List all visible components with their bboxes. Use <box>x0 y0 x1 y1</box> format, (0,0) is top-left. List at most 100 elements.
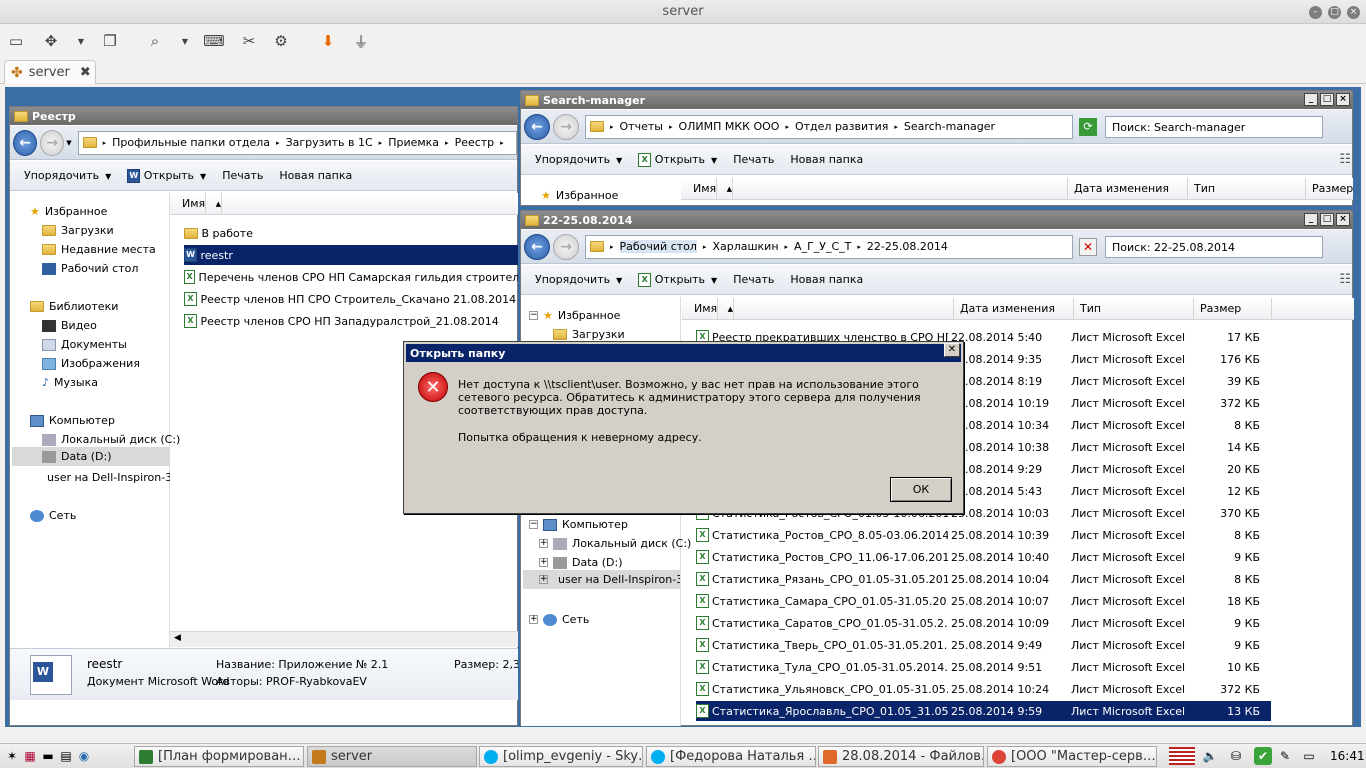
nav-disk-c[interactable]: + Локальный диск (C:) <box>539 537 691 550</box>
nav-computer[interactable]: Компьютер <box>30 414 115 427</box>
task-fedorova[interactable]: [Федорова Наталья … <box>646 746 816 767</box>
plug-icon[interactable]: ⏚ <box>350 30 372 52</box>
col-name[interactable]: Имя ▲ <box>681 178 1068 199</box>
check-icon[interactable]: ✔ <box>1254 747 1272 765</box>
minimize-button[interactable]: _ <box>1304 93 1318 106</box>
maximize-icon[interactable]: □ <box>1328 6 1341 19</box>
nav-documents[interactable]: Документы <box>42 338 127 351</box>
new-folder-button[interactable]: Новая папка <box>790 153 863 166</box>
list-item[interactable]: X Реестр членов СРО НП Западуралстрой_21… <box>184 311 518 331</box>
new-folder-button[interactable]: Новая папка <box>279 169 352 182</box>
maximize-button[interactable]: □ <box>1320 93 1334 106</box>
history-chevron-icon[interactable]: ▼ <box>66 139 71 147</box>
nav-disk-d[interactable]: Data (D:) <box>12 447 169 466</box>
col-name[interactable]: Имя ▲ <box>170 193 518 214</box>
f-search-input[interactable]: Поиск: 22-25.08.2014 <box>1105 235 1323 258</box>
table-row[interactable]: X Статистика_Ярославль_СРО_01.05_31.05… 25… <box>696 701 1271 721</box>
nav-recent[interactable]: Недавние места <box>42 243 156 256</box>
nav-user-dell[interactable]: user на Dell-Inspiron-3 <box>42 471 170 484</box>
tool-icon[interactable]: ✎ <box>1276 747 1294 765</box>
table-row[interactable]: X Статистика_Самара_СРО_01.05-31.05.20… 25… <box>696 591 1271 611</box>
close-button[interactable]: × <box>1336 213 1350 226</box>
nav-network[interactable]: Сеть <box>30 509 76 522</box>
nav-disk-d[interactable]: + Data (D:) <box>539 556 623 569</box>
organize-button[interactable]: Упорядочить ▼ <box>535 273 622 286</box>
nav-video[interactable]: Видео <box>42 319 97 332</box>
col-size[interactable]: Размер <box>1194 298 1272 319</box>
sm-breadcrumb[interactable]: ▸ Отчеты ▸ ОЛИМП МКК ООО ▸ Отдел развития ▸… <box>585 114 1073 139</box>
close-tab-icon[interactable]: ✖ <box>80 65 91 80</box>
refresh-icon[interactable]: ⟳ <box>1079 117 1097 136</box>
table-row[interactable]: X Статистика_Тула_СРО_01.05-31.05.2014… 25… <box>696 657 1271 677</box>
col-date[interactable]: Дата изменения <box>954 298 1074 319</box>
crumb[interactable]: Приемка <box>388 136 439 149</box>
nav-desktop[interactable]: Рабочий стол <box>42 262 138 275</box>
network-tray-icon[interactable]: ⛁ <box>1227 747 1245 765</box>
task-server[interactable]: server <box>307 746 477 767</box>
close-button[interactable]: × <box>1336 93 1350 106</box>
task-plan[interactable]: [План формирован… <box>134 746 304 767</box>
ok-button[interactable]: ОК <box>890 477 952 502</box>
apps-icon[interactable]: ▦ <box>21 747 39 765</box>
terminal-icon[interactable]: ▬ <box>39 747 57 765</box>
organize-button[interactable]: Упорядочить ▼ <box>535 153 622 166</box>
nav-user-dell[interactable]: + user на Dell-Inspiron-3 <box>523 570 680 589</box>
view-icon[interactable]: ☷ <box>1339 272 1351 287</box>
nav-favorites[interactable]: ★ Избранное <box>541 189 618 202</box>
nav-downloads[interactable]: Загрузки <box>42 224 114 237</box>
nav-music[interactable]: ♪ Музыка <box>42 376 98 389</box>
keyboard-icon[interactable]: ⌨ <box>203 30 225 52</box>
back-button[interactable]: ← <box>524 113 550 140</box>
list-item[interactable]: X Реестр членов НП СРО Строитель_Скачано… <box>184 289 518 309</box>
col-date[interactable]: Дата изменения <box>1068 178 1188 199</box>
table-row[interactable]: X Статистика_Саратов_СРО_01.05-31.05.2… 25… <box>696 613 1271 633</box>
task-skype[interactable]: [olimp_evgeniy - Sky… <box>479 746 643 767</box>
files-icon[interactable]: ▤ <box>57 747 75 765</box>
print-button[interactable]: Печать <box>733 153 774 166</box>
crumb[interactable]: Отчеты <box>620 120 663 133</box>
print-button[interactable]: Печать <box>733 273 774 286</box>
nav-network[interactable]: + Сеть <box>529 613 589 626</box>
crumb[interactable]: Реестр <box>455 136 495 149</box>
settings-icon[interactable]: ⚙ <box>270 30 292 52</box>
crumb[interactable]: 22-25.08.2014 <box>867 240 948 253</box>
dialog-close-button[interactable]: ✕ <box>944 343 960 357</box>
nav-downloads[interactable]: Загрузки <box>553 328 625 341</box>
task-chrome[interactable]: [ООО "Мастер-серв… <box>987 746 1157 767</box>
f-breadcrumb[interactable]: ▸ Рабочий стол ▸ Харлашкин ▸ А_Г_У_С_Т ▸ 22-… <box>585 234 1073 259</box>
list-item[interactable]: В работе <box>184 223 518 243</box>
new-folder-button[interactable]: Новая папка <box>790 273 863 286</box>
crumb[interactable]: Загрузить в 1С <box>286 136 373 149</box>
crumb[interactable]: Рабочий стол <box>619 240 697 253</box>
reestr-breadcrumb[interactable]: ▸ Профильные папки отдела ▸ Загрузить в 1С… <box>77 130 517 155</box>
chevron-down-icon[interactable]: ▼ <box>70 30 92 52</box>
open-button[interactable]: W Открыть ▼ <box>127 168 206 183</box>
browser-icon[interactable]: ◉ <box>75 747 93 765</box>
crumb[interactable]: ОЛИМП МКК ООО <box>678 120 779 133</box>
start-icon[interactable]: ✶ <box>3 747 21 765</box>
crumb[interactable]: Отдел развития <box>795 120 888 133</box>
volume-icon[interactable]: 🔈 <box>1201 747 1219 765</box>
minimize-button[interactable]: _ <box>1304 213 1318 226</box>
back-button[interactable]: ← <box>524 233 550 260</box>
nav-favorites[interactable]: − ★ Избранное <box>529 309 620 322</box>
task-files[interactable]: 28.08.2014 - Файлов… <box>818 746 984 767</box>
open-button[interactable]: X Открыть ▼ <box>638 152 717 167</box>
organize-button[interactable]: Упорядочить ▼ <box>24 169 111 182</box>
view-icon[interactable]: ☷ <box>1339 152 1351 167</box>
tab-server[interactable]: ✤ server ✖ <box>4 60 96 84</box>
close-icon[interactable]: × <box>1347 6 1360 19</box>
table-row[interactable]: X Статистика_Тверь_СРО_01.05-31.05.201… 25… <box>696 635 1271 655</box>
table-row[interactable]: X Статистика_Ульяновск_СРО_01.05-31.05… 25… <box>696 679 1271 699</box>
copy-icon[interactable]: ❐ <box>99 30 121 52</box>
nav-disk-c[interactable]: Локальный диск (C:) <box>42 433 180 446</box>
download-icon[interactable]: ⬇ <box>317 30 339 52</box>
zoom-chevron-icon[interactable]: ▼ <box>174 30 196 52</box>
col-type[interactable]: Тип <box>1188 178 1306 199</box>
crumb[interactable]: А_Г_У_С_Т <box>794 240 851 253</box>
forward-button[interactable]: → <box>553 233 579 260</box>
forward-button[interactable]: → <box>553 113 579 140</box>
open-button[interactable]: X Открыть ▼ <box>638 272 717 287</box>
list-item[interactable]: X Перечень членов СРО НП Самарская гильд… <box>184 267 518 287</box>
fullscreen-icon[interactable]: ✥ <box>40 30 62 52</box>
